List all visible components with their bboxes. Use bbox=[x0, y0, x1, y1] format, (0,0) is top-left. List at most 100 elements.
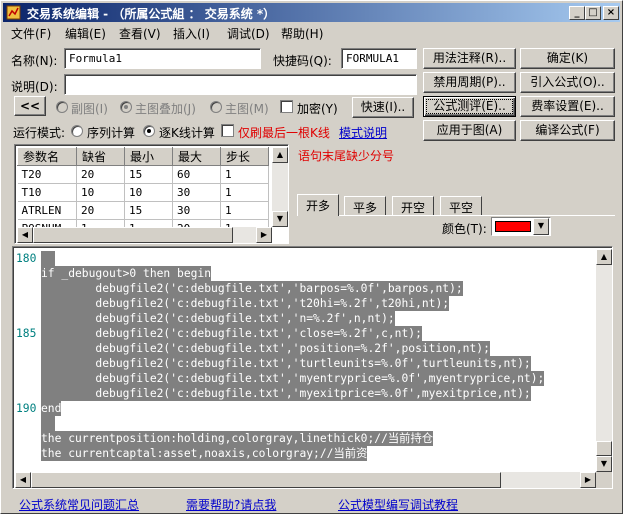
menu-bar: 文件(F) 编辑(E) 查看(V) 插入(I) 调试(D) 帮助(H) bbox=[3, 23, 620, 42]
menu-edit[interactable]: 编辑(E) bbox=[65, 25, 106, 42]
color-select[interactable]: ▼ bbox=[491, 217, 551, 236]
table-cell[interactable]: 20 bbox=[76, 201, 125, 220]
column-header[interactable]: 最大 bbox=[172, 147, 221, 166]
param-horizontal-scrollbar[interactable]: ◀ ▶ bbox=[17, 227, 272, 243]
menu-view[interactable]: 查看(V) bbox=[119, 25, 161, 42]
scroll-down-icon[interactable]: ▼ bbox=[272, 211, 288, 227]
tab-open-long[interactable]: 开多 bbox=[297, 194, 340, 216]
name-label: 名称(N): bbox=[11, 54, 58, 68]
table-cell[interactable]: 60 bbox=[172, 165, 221, 184]
scroll-left-icon[interactable]: ◀ bbox=[17, 227, 33, 243]
table-cell[interactable]: 30 bbox=[172, 201, 221, 220]
tab-close-short[interactable]: 平空 bbox=[440, 196, 483, 216]
menu-help[interactable]: 帮助(H) bbox=[281, 25, 323, 42]
main-chart-radio[interactable] bbox=[210, 101, 222, 113]
description-label: 说明(D): bbox=[11, 80, 58, 94]
maximize-button[interactable]: □ bbox=[585, 6, 601, 20]
faq-link[interactable]: 公式系统常见问题汇总 bbox=[19, 496, 139, 513]
chevron-down-icon[interactable]: ▼ bbox=[533, 218, 549, 235]
compile-formula-button[interactable]: 编译公式(F) bbox=[520, 120, 615, 141]
disable-period-button[interactable]: 禁用周期(P).. bbox=[423, 72, 516, 93]
table-cell[interactable]: 20 bbox=[76, 165, 125, 184]
table-cell[interactable]: ATRLEN bbox=[17, 201, 77, 220]
quick-button[interactable]: 快速(I).. bbox=[352, 97, 414, 118]
import-formula-button[interactable]: 引入公式(O).. bbox=[520, 72, 615, 93]
table-cell[interactable]: 10 bbox=[76, 183, 125, 202]
scroll-down-icon[interactable]: ▼ bbox=[596, 456, 612, 472]
table-row[interactable]: T20 20 15 60 1 bbox=[17, 165, 269, 184]
editor-vertical-scrollbar[interactable]: ▲ ▼ bbox=[596, 249, 612, 472]
editor-horizontal-scrollbar[interactable]: ◀ ▶ bbox=[15, 472, 596, 488]
tab-close-long[interactable]: 平多 bbox=[344, 196, 387, 216]
run-mode-label: 运行模式: bbox=[13, 126, 66, 140]
table-cell[interactable]: 1 bbox=[220, 165, 269, 184]
tab-open-short[interactable]: 开空 bbox=[392, 196, 435, 216]
mode-help-link[interactable]: 模式说明 bbox=[339, 124, 387, 141]
code-line: 180 bbox=[13, 251, 598, 266]
scroll-thumb[interactable] bbox=[33, 227, 233, 243]
last-bar-only-label: 仅刷最后一根K线 bbox=[238, 126, 330, 140]
error-message: 语句末尾缺少分号 bbox=[298, 149, 395, 163]
menu-debug[interactable]: 调试(D) bbox=[227, 25, 270, 42]
scroll-up-icon[interactable]: ▲ bbox=[272, 147, 288, 163]
column-header[interactable]: 步长 bbox=[220, 147, 269, 166]
per-bar-label: 逐K线计算 bbox=[159, 126, 215, 140]
table-row[interactable]: T10 10 10 30 1 bbox=[17, 183, 269, 202]
menu-file[interactable]: 文件(F) bbox=[11, 25, 51, 42]
title-bar[interactable]: 交易系统编辑 - （所属公式組 ： 交易系统 *） _ □ × bbox=[3, 3, 620, 22]
scroll-corner bbox=[596, 472, 612, 488]
table-cell[interactable]: T10 bbox=[17, 183, 77, 202]
scroll-up-icon[interactable]: ▲ bbox=[596, 249, 612, 265]
sequential-radio[interactable] bbox=[71, 125, 83, 137]
main-overlay-radio[interactable] bbox=[120, 101, 132, 113]
table-cell[interactable]: T20 bbox=[17, 165, 77, 184]
sub-chart-label: 副图(I) bbox=[71, 102, 108, 116]
menu-insert[interactable]: 插入(I) bbox=[173, 25, 210, 42]
table-row[interactable]: ATRLEN 20 15 30 1 bbox=[17, 201, 269, 220]
table-cell[interactable]: 30 bbox=[172, 183, 221, 202]
table-cell[interactable]: 10 bbox=[124, 183, 173, 202]
test-formula-button[interactable]: 公式测评(E).. bbox=[423, 96, 516, 117]
collapse-button[interactable]: << bbox=[14, 96, 46, 116]
color-label: 颜色(T): bbox=[442, 222, 487, 236]
apply-to-chart-button[interactable]: 应用于图(A) bbox=[423, 120, 516, 141]
description-input[interactable] bbox=[64, 74, 417, 95]
scroll-thumb[interactable] bbox=[31, 472, 501, 488]
scroll-right-icon[interactable]: ▶ bbox=[580, 472, 596, 488]
sub-chart-radio[interactable] bbox=[56, 101, 68, 113]
encrypt-checkbox[interactable] bbox=[280, 100, 293, 113]
rate-setting-button[interactable]: 费率设置(E).. bbox=[520, 96, 615, 117]
table-cell[interactable]: 15 bbox=[124, 165, 173, 184]
tutorial-link[interactable]: 公式模型编写调试教程 bbox=[338, 496, 458, 513]
app-icon bbox=[6, 5, 21, 20]
column-header[interactable]: 参数名 bbox=[17, 147, 77, 166]
encrypt-label: 加密(Y) bbox=[297, 102, 338, 116]
table-cell[interactable]: 1 bbox=[220, 201, 269, 220]
table-cell[interactable]: 15 bbox=[124, 201, 173, 220]
tab-divider bbox=[297, 215, 615, 216]
per-bar-radio[interactable] bbox=[143, 125, 155, 137]
shortcut-label: 快捷码(Q): bbox=[273, 54, 332, 68]
main-overlay-label: 主图叠加(J) bbox=[135, 102, 196, 116]
param-vertical-scrollbar[interactable]: ▲ ▼ bbox=[272, 147, 288, 227]
scroll-right-icon[interactable]: ▶ bbox=[256, 227, 272, 243]
color-swatch bbox=[495, 221, 531, 232]
help-link[interactable]: 需要帮助?请点我 bbox=[186, 496, 276, 513]
table-cell[interactable]: 1 bbox=[220, 183, 269, 202]
shortcut-input[interactable]: FORMULA1 bbox=[341, 48, 417, 69]
minimize-button[interactable]: _ bbox=[569, 6, 585, 20]
sequential-label: 序列计算 bbox=[87, 126, 136, 140]
main-chart-label: 主图(M) bbox=[225, 102, 269, 116]
close-button[interactable]: × bbox=[603, 6, 619, 20]
column-header[interactable]: 缺省 bbox=[76, 147, 125, 166]
code-editor[interactable]: 180 if _debugout>0 then begin debugfile2… bbox=[12, 246, 613, 489]
name-input[interactable]: Formula1 bbox=[64, 48, 261, 69]
formula-editor-window: 交易系统编辑 - （所属公式組 ： 交易系统 *） _ □ × 文件(F) 编辑… bbox=[0, 0, 623, 514]
parameter-table: 参数名 缺省 最小 最大 步长 T20 20 15 60 1 T10 10 10… bbox=[14, 144, 289, 244]
confirm-button[interactable]: 确定(K) bbox=[520, 48, 615, 69]
last-bar-only-checkbox[interactable] bbox=[221, 124, 234, 137]
scroll-thumb[interactable] bbox=[596, 441, 612, 456]
usage-note-button[interactable]: 用法注释(R).. bbox=[423, 48, 516, 69]
column-header[interactable]: 最小 bbox=[124, 147, 173, 166]
scroll-left-icon[interactable]: ◀ bbox=[15, 472, 31, 488]
